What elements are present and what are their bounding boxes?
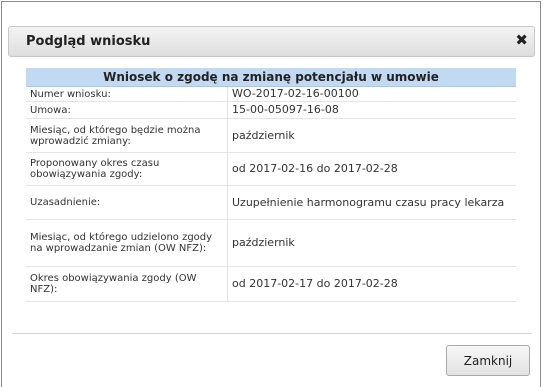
row-label: Miesiąc, od którego udzielono zgody na w… <box>26 219 228 267</box>
row-value: październik <box>227 219 516 267</box>
dialog-titlebar[interactable]: Podgląd wniosku ✖ <box>8 26 535 57</box>
row-value: od 2017-02-16 do 2017-02-28 <box>227 152 516 186</box>
row-label: Okres obowiązywania zgody (OW NFZ): <box>26 266 228 302</box>
row-value: październik <box>227 118 516 153</box>
request-details-table: Wniosek o zgodę na zmianę potencjału w u… <box>26 68 516 302</box>
table-row: Okres obowiązywania zgody (OW NFZ): od 2… <box>26 266 516 302</box>
table-row: Numer wniosku: WO-2017-02-16-00100 <box>26 86 516 102</box>
row-label: Miesiąc, od którego będzie można wprowad… <box>26 118 228 153</box>
table-heading: Wniosek o zgodę na zmianę potencjału w u… <box>26 68 516 87</box>
table-header-row: Wniosek o zgodę na zmianę potencjału w u… <box>26 68 516 87</box>
table-row: Miesiąc, od którego będzie można wprowad… <box>26 118 516 153</box>
footer-divider <box>12 333 532 334</box>
table-row: Miesiąc, od którego udzielono zgody na w… <box>26 219 516 267</box>
table-row: Proponowany okres czasu obowiązywania zg… <box>26 152 516 186</box>
row-label: Umowa: <box>26 101 228 119</box>
table-row: Umowa: 15-00-05097-16-08 <box>26 101 516 119</box>
row-value: Uzupełnienie harmonogramu czasu pracy le… <box>227 185 516 220</box>
dialog-title: Podgląd wniosku <box>26 34 151 49</box>
row-value: 15-00-05097-16-08 <box>227 101 516 119</box>
close-icon[interactable]: ✖ <box>515 31 528 49</box>
row-label: Uzasadnienie: <box>26 185 228 220</box>
row-value: WO-2017-02-16-00100 <box>227 86 516 102</box>
table-row: Uzasadnienie: Uzupełnienie harmonogramu … <box>26 185 516 220</box>
preview-dialog: Podgląd wniosku ✖ Wniosek o zgodę na zmi… <box>1 1 541 387</box>
close-button[interactable]: Zamknij <box>446 345 530 376</box>
row-label: Proponowany okres czasu obowiązywania zg… <box>26 152 228 186</box>
row-value: od 2017-02-17 do 2017-02-28 <box>227 266 516 302</box>
row-label: Numer wniosku: <box>26 86 228 102</box>
